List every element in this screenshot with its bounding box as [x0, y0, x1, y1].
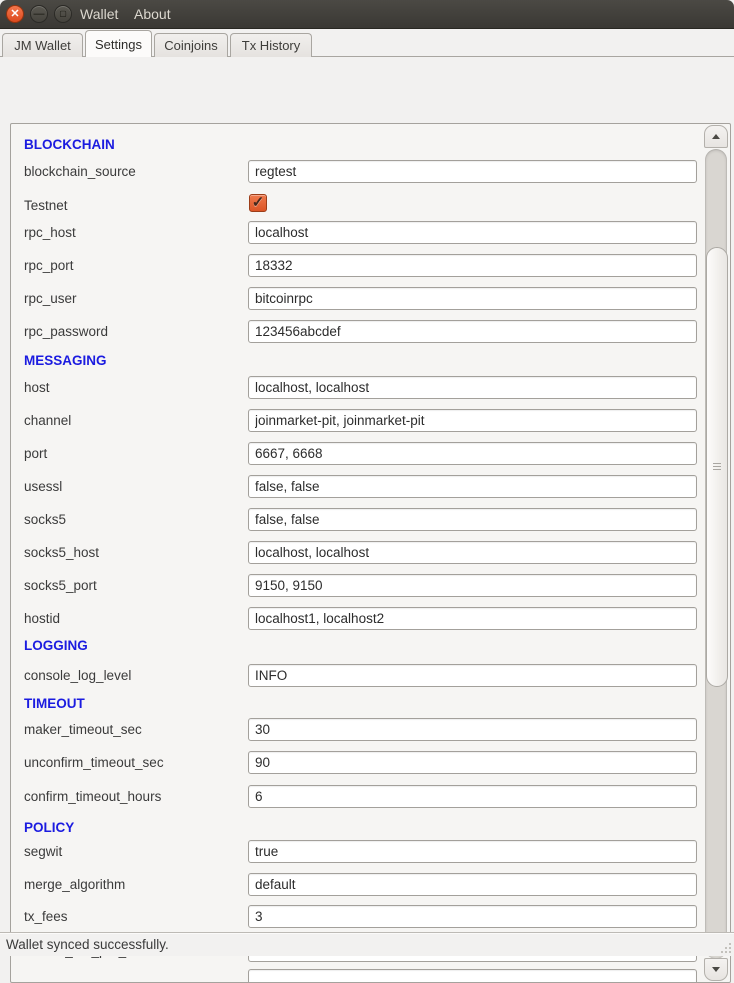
field-label-rpc_host: rpc_host	[24, 221, 76, 244]
resize-grip[interactable]	[718, 940, 732, 954]
field-label-console_log_level: console_log_level	[24, 664, 131, 687]
field-label-blockchain_source: blockchain_source	[24, 160, 136, 183]
status-message: Wallet synced successfully.	[6, 933, 169, 957]
field-label-rpc_user: rpc_user	[24, 287, 77, 310]
section-header-policy: POLICY	[24, 820, 74, 836]
field-input-blockchain_source[interactable]	[248, 160, 697, 183]
titlebar[interactable]: ✕ — ▢ Wallet About	[0, 0, 734, 29]
settings-form: BLOCKCHAIN blockchain_source Testnet ✓ rpc_h…	[11, 124, 705, 982]
field-input-rpc_user[interactable]	[248, 287, 697, 310]
field-label-socks5: socks5	[24, 508, 66, 531]
field-input-maker_timeout_sec[interactable]	[248, 718, 697, 741]
close-icon[interactable]: ✕	[6, 5, 24, 23]
tab-bar: JM WalletSettingsCoinjoinsTx History	[0, 29, 734, 57]
field-input-usessl[interactable]	[248, 475, 697, 498]
field-input-clipped-bottom[interactable]	[248, 969, 697, 982]
field-label-rpc_password: rpc_password	[24, 320, 108, 343]
field-label-maker_timeout_sec: maker_timeout_sec	[24, 718, 142, 741]
checkmark-icon: ✓	[252, 195, 265, 210]
scroll-up-icon	[712, 134, 720, 139]
field-input-socks5_host[interactable]	[248, 541, 697, 564]
tab-settings[interactable]: Settings	[85, 30, 152, 57]
vertical-scrollbar[interactable]	[704, 125, 728, 981]
field-label-usessl: usessl	[24, 475, 62, 498]
tab-tx-history[interactable]: Tx History	[230, 33, 312, 57]
field-input-rpc_host[interactable]	[248, 221, 697, 244]
menu-about[interactable]: About	[128, 0, 177, 29]
section-header-messaging: MESSAGING	[24, 353, 107, 369]
field-label-socks5_host: socks5_host	[24, 541, 99, 564]
field-label-hostid: hostid	[24, 607, 60, 630]
field-label-unconfirm_timeout_sec: unconfirm_timeout_sec	[24, 751, 164, 774]
field-label-host: host	[24, 376, 50, 399]
settings-scroll-area: BLOCKCHAIN blockchain_source Testnet ✓ rpc_h…	[10, 123, 731, 983]
field-label-confirm_timeout_hours: confirm_timeout_hours	[24, 785, 161, 808]
field-label-tx_fees: tx_fees	[24, 905, 68, 928]
scroll-down-icon	[712, 967, 720, 972]
field-input-host[interactable]	[248, 376, 697, 399]
menu-wallet[interactable]: Wallet	[74, 0, 124, 29]
field-input-console_log_level[interactable]	[248, 664, 697, 687]
field-label-port: port	[24, 442, 47, 465]
field-input-confirm_timeout_hours[interactable]	[248, 785, 697, 808]
field-input-tx_fees[interactable]	[248, 905, 697, 928]
field-input-rpc_password[interactable]	[248, 320, 697, 343]
testnet-checkbox[interactable]: ✓	[249, 194, 267, 212]
field-label-channel: channel	[24, 409, 71, 432]
maximize-icon[interactable]: ▢	[54, 5, 72, 23]
field-label-rpc_port: rpc_port	[24, 254, 74, 277]
field-label-testnet: Testnet	[24, 194, 68, 217]
field-label-merge_algorithm: merge_algorithm	[24, 873, 125, 896]
field-input-rpc_port[interactable]	[248, 254, 697, 277]
field-label-socks5_port: socks5_port	[24, 574, 97, 597]
field-input-socks5[interactable]	[248, 508, 697, 531]
field-input-merge_algorithm[interactable]	[248, 873, 697, 896]
field-label-segwit: segwit	[24, 840, 62, 863]
tab-jm-wallet[interactable]: JM Wallet	[2, 33, 83, 57]
scrollbar-thumb[interactable]	[706, 247, 728, 687]
scrollbar-grip-icon	[713, 463, 721, 464]
wallet-window: ✕ — ▢ Wallet About JM WalletSettingsCoin…	[0, 0, 734, 956]
field-input-unconfirm_timeout_sec[interactable]	[248, 751, 697, 774]
scroll-up-button[interactable]	[704, 125, 728, 148]
section-header-logging: LOGGING	[24, 638, 88, 654]
field-input-segwit[interactable]	[248, 840, 697, 863]
scrollbar-track[interactable]	[705, 149, 727, 959]
scroll-down-button[interactable]	[704, 958, 728, 981]
section-header-timeout: TIMEOUT	[24, 696, 85, 712]
minimize-icon[interactable]: —	[30, 5, 48, 23]
settings-pane: BLOCKCHAIN blockchain_source Testnet ✓ rpc_h…	[0, 57, 734, 932]
field-input-socks5_port[interactable]	[248, 574, 697, 597]
tab-coinjoins[interactable]: Coinjoins	[154, 33, 228, 57]
section-header-blockchain: BLOCKCHAIN	[24, 137, 115, 153]
field-input-port[interactable]	[248, 442, 697, 465]
field-input-hostid[interactable]	[248, 607, 697, 630]
status-bar: Wallet synced successfully.	[0, 932, 734, 956]
field-input-channel[interactable]	[248, 409, 697, 432]
